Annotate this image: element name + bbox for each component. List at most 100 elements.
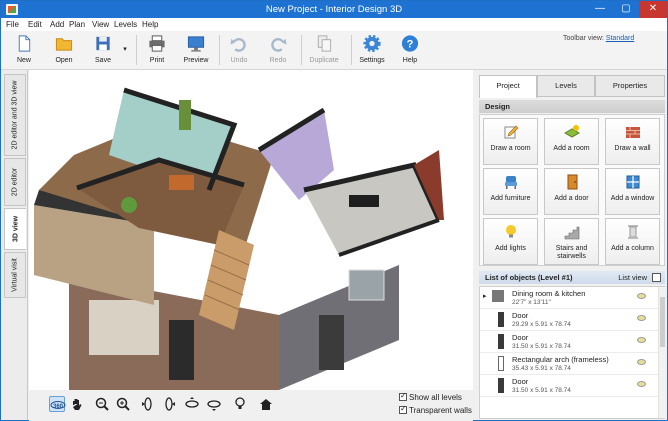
save-button[interactable]: Save (87, 33, 119, 68)
tilt-down-button[interactable] (206, 396, 222, 412)
help-icon: ? (401, 35, 419, 52)
add-furniture-button[interactable]: Add furniture (483, 168, 538, 215)
scrollbar-thumb[interactable] (660, 297, 665, 347)
window-title: New Project - Interior Design 3D (265, 4, 403, 15)
add-room-button[interactable]: Add a room (544, 118, 599, 165)
eye-visibility-icon[interactable] (637, 337, 646, 343)
undo-icon (230, 38, 246, 52)
add-door-button[interactable]: Add a door (544, 168, 599, 215)
toolbar: New Open Save ▾ Print Preview Undo Redo (1, 31, 667, 70)
arch-icon (498, 356, 504, 371)
app-window: New Project - Interior Design 3D — ▢ ✕ F… (0, 0, 668, 421)
add-lights-button[interactable]: Add lights (483, 218, 538, 265)
minimize-button[interactable]: — (587, 1, 613, 18)
menu-add[interactable]: Add (50, 20, 64, 29)
eye-visibility-icon[interactable] (637, 315, 646, 321)
menu-file[interactable]: File (6, 20, 19, 29)
menu-levels[interactable]: Levels (114, 20, 137, 29)
checkbox-checked[interactable] (399, 391, 407, 401)
checkbox-checked[interactable] (399, 404, 407, 414)
add-window-button[interactable]: Add a window (605, 168, 660, 215)
svg-text:?: ? (407, 38, 414, 50)
tab-levels[interactable]: Levels (537, 75, 595, 97)
stairs-icon (564, 226, 579, 240)
printer-icon (149, 35, 165, 52)
objects-list: ▸ Dining room & kitchen 22'7" x 13'11" D… (479, 286, 665, 419)
menu-plan[interactable]: Plan (69, 20, 85, 29)
tab-project[interactable]: Project (479, 75, 537, 98)
list-item[interactable]: Door 31.50 x 5.91 x 78.74 (480, 331, 658, 353)
column-icon (627, 225, 638, 239)
eye-visibility-icon[interactable] (637, 293, 646, 299)
zoom-out-icon (95, 397, 109, 411)
eye-visibility-icon[interactable] (637, 381, 646, 387)
tab-virtual-visit[interactable]: Virtual visit (4, 252, 26, 298)
chair-icon (504, 176, 517, 189)
room-icon (492, 290, 504, 302)
rotate-left-button[interactable] (140, 396, 156, 412)
list-item[interactable]: ▸ Dining room & kitchen 22'7" x 13'11" (480, 287, 658, 309)
title-bar[interactable]: New Project - Interior Design 3D — ▢ ✕ (1, 1, 667, 18)
list-view-icon[interactable] (652, 273, 661, 282)
maximize-button[interactable]: ▢ (613, 1, 639, 18)
tilt-up-button[interactable] (184, 396, 200, 412)
open-button[interactable]: Open (47, 33, 81, 68)
zoom-in-button[interactable] (115, 396, 131, 412)
preview-button[interactable]: Preview (179, 33, 213, 68)
zoom-in-icon (116, 397, 130, 411)
list-view-link[interactable]: List view (618, 271, 647, 284)
toolbar-view: Toolbar view: Standard (563, 35, 635, 42)
rotate-right-icon (165, 397, 175, 411)
new-button[interactable]: New (9, 33, 39, 68)
help-button[interactable]: ? Help (395, 33, 425, 68)
tab-properties[interactable]: Properties (595, 75, 665, 97)
tab-3d-view[interactable]: 3D view (4, 208, 26, 250)
stairs-button[interactable]: Stairs and stairwells (544, 218, 599, 265)
duplicate-button[interactable]: Duplicate (306, 33, 342, 68)
3d-viewport[interactable] (29, 70, 473, 390)
light-bulb-icon (235, 397, 245, 409)
menu-help[interactable]: Help (142, 20, 158, 29)
list-item[interactable]: Rectangular arch (frameless) 35.43 x 5.9… (480, 353, 658, 375)
list-item[interactable]: Door 31.50 x 5.91 x 78.74 (480, 375, 658, 397)
home-icon (260, 399, 272, 410)
draw-room-button[interactable]: Draw a room (483, 118, 538, 165)
list-item[interactable]: Door 29.29 x 5.91 x 78.74 (480, 309, 658, 331)
rotate-right-button[interactable] (161, 396, 177, 412)
print-button[interactable]: Print (141, 33, 173, 68)
menu-view[interactable]: View (92, 20, 109, 29)
light-toggle-button[interactable] (232, 396, 248, 412)
draw-wall-button[interactable]: Draw a wall (605, 118, 660, 165)
hand-pan-button[interactable] (69, 396, 85, 412)
pencil-icon (504, 125, 518, 139)
design-section-header: Design (479, 100, 665, 113)
design-buttons-grid: Draw a room Add a room Draw a wall Add f… (479, 114, 665, 266)
show-all-levels-checkbox[interactable]: Show all levels (399, 391, 462, 402)
zoom-out-button[interactable] (94, 396, 110, 412)
menu-edit[interactable]: Edit (28, 20, 42, 29)
objects-section-header: List of objects (Level #1) List view (479, 271, 665, 284)
tab-2d-editor[interactable]: 2D editor (4, 158, 26, 206)
collapse-arrow-icon[interactable]: ▸ (483, 292, 487, 300)
tab-2d-editor-and-3d-view[interactable]: 2D editor and 3D view (4, 74, 26, 156)
door-icon (498, 334, 504, 349)
folder-icon (55, 38, 73, 51)
toolbar-separator (219, 35, 220, 65)
eye-visibility-icon[interactable] (637, 359, 646, 365)
door-icon (498, 312, 504, 327)
close-button[interactable]: ✕ (639, 1, 667, 18)
monitor-icon (187, 36, 205, 52)
objects-scrollbar[interactable] (658, 287, 665, 418)
360-view-button[interactable]: 360 (49, 396, 66, 412)
add-column-button[interactable]: Add a column (605, 218, 660, 265)
svg-text:360: 360 (53, 404, 64, 410)
transparent-walls-checkbox[interactable]: Transparent walls (399, 404, 472, 415)
house-3d-model[interactable] (29, 70, 473, 390)
toolbar-view-link[interactable]: Standard (606, 35, 634, 42)
undo-button[interactable]: Undo (224, 33, 254, 68)
window-icon (626, 175, 639, 189)
home-button[interactable] (258, 396, 274, 412)
redo-button[interactable]: Redo (263, 33, 293, 68)
settings-button[interactable]: Settings (356, 33, 388, 68)
360-view-icon: 360 (50, 401, 66, 410)
